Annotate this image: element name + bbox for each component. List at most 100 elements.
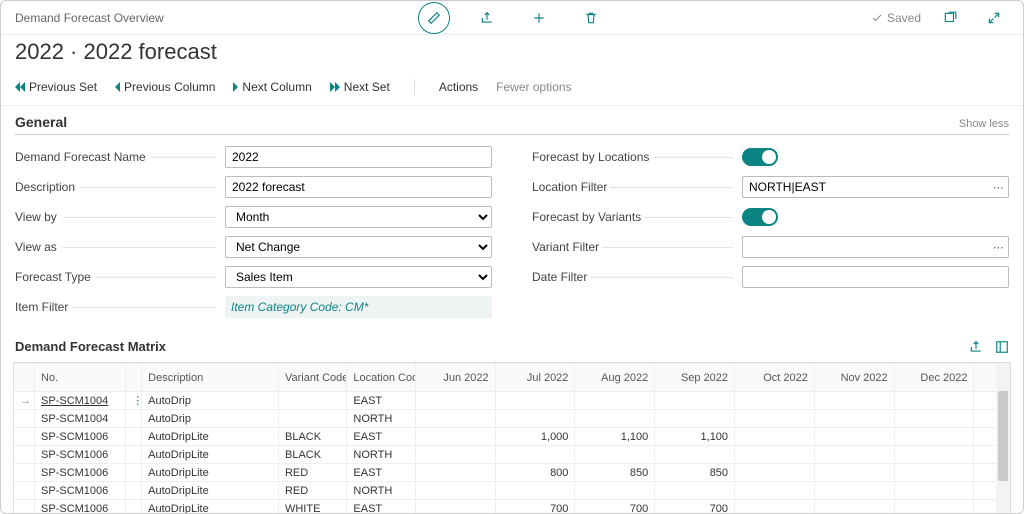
matrix-expand-icon[interactable] xyxy=(995,340,1009,354)
cell-month-5[interactable] xyxy=(814,392,894,410)
actions-menu[interactable]: Actions xyxy=(439,80,478,94)
view-as-select[interactable]: Net Change xyxy=(225,236,492,258)
cell-month-5[interactable] xyxy=(814,464,894,482)
show-less-link[interactable]: Show less xyxy=(959,118,1009,130)
cell-month-1[interactable] xyxy=(495,410,575,428)
table-row[interactable]: SP-SCM1006AutoDripLiteBLACKEAST1,0001,10… xyxy=(14,428,1010,446)
cell-month-0[interactable] xyxy=(415,482,495,500)
col-month-4[interactable]: Oct 2022 xyxy=(735,364,815,392)
cell-month-6[interactable] xyxy=(894,410,974,428)
previous-set-button[interactable]: Previous Set xyxy=(15,80,97,94)
cell-month-1[interactable]: 1,000 xyxy=(495,428,575,446)
forecast-by-locations-toggle[interactable] xyxy=(742,148,778,166)
cell-month-1[interactable] xyxy=(495,392,575,410)
cell-month-6[interactable] xyxy=(894,500,974,514)
collapse-icon[interactable] xyxy=(979,3,1009,33)
cell-month-6[interactable] xyxy=(894,428,974,446)
popout-icon[interactable] xyxy=(935,3,965,33)
cell-month-5[interactable] xyxy=(814,410,894,428)
demand-forecast-name-input[interactable] xyxy=(225,146,492,168)
col-month-5[interactable]: Nov 2022 xyxy=(814,364,894,392)
cell-month-2[interactable] xyxy=(575,482,655,500)
cell-month-6[interactable] xyxy=(894,464,974,482)
cell-month-3[interactable]: 700 xyxy=(655,500,735,514)
cell-no[interactable]: SP-SCM1006 xyxy=(35,428,126,446)
cell-month-5[interactable] xyxy=(814,428,894,446)
cell-month-5[interactable] xyxy=(814,500,894,514)
cell-month-3[interactable]: 850 xyxy=(655,464,735,482)
table-row[interactable]: SP-SCM1006AutoDripLiteBLACKNORTH xyxy=(14,446,1010,464)
col-month-0[interactable]: Jun 2022 xyxy=(415,364,495,392)
cell-month-3[interactable] xyxy=(655,392,735,410)
cell-month-4[interactable] xyxy=(735,482,815,500)
cell-no[interactable]: SP-SCM1004 xyxy=(35,410,126,428)
vertical-scrollbar[interactable] xyxy=(996,363,1010,514)
next-set-button[interactable]: Next Set xyxy=(330,80,390,94)
cell-month-0[interactable] xyxy=(415,410,495,428)
cell-month-4[interactable] xyxy=(735,500,815,514)
col-description[interactable]: Description xyxy=(142,364,279,392)
cell-no[interactable]: SP-SCM1004 xyxy=(35,392,126,410)
next-column-button[interactable]: Next Column xyxy=(233,80,311,94)
cell-no[interactable]: SP-SCM1006 xyxy=(35,464,126,482)
cell-month-0[interactable] xyxy=(415,446,495,464)
variant-filter-assist-icon[interactable]: ⋯ xyxy=(989,236,1009,258)
new-icon[interactable] xyxy=(524,3,554,33)
cell-month-2[interactable]: 850 xyxy=(575,464,655,482)
col-month-6[interactable]: Dec 2022 xyxy=(894,364,974,392)
col-location-code[interactable]: Location Code xyxy=(347,364,415,392)
cell-month-3[interactable]: 1,100 xyxy=(655,428,735,446)
table-row[interactable]: →SP-SCM1004⋮AutoDripEAST xyxy=(14,392,1010,410)
table-row[interactable]: SP-SCM1004AutoDripNORTH xyxy=(14,410,1010,428)
cell-month-6[interactable] xyxy=(894,482,974,500)
cell-month-4[interactable] xyxy=(735,428,815,446)
col-month-2[interactable]: Aug 2022 xyxy=(575,364,655,392)
location-filter-assist-icon[interactable]: ⋯ xyxy=(989,176,1009,198)
table-row[interactable]: SP-SCM1006AutoDripLiteWHITEEAST700700700 xyxy=(14,500,1010,514)
col-variant-code[interactable]: Variant Code xyxy=(278,364,346,392)
cell-month-2[interactable] xyxy=(575,446,655,464)
cell-month-4[interactable] xyxy=(735,464,815,482)
variant-filter-input[interactable] xyxy=(742,236,989,258)
cell-month-1[interactable]: 700 xyxy=(495,500,575,514)
col-row-selector[interactable] xyxy=(14,364,35,392)
cell-month-4[interactable] xyxy=(735,392,815,410)
fewer-options-button[interactable]: Fewer options xyxy=(496,80,571,94)
share-icon[interactable] xyxy=(472,3,502,33)
matrix-share-icon[interactable] xyxy=(969,340,983,354)
col-month-3[interactable]: Sep 2022 xyxy=(655,364,735,392)
cell-month-3[interactable] xyxy=(655,482,735,500)
col-no[interactable]: No. xyxy=(35,364,126,392)
item-filter-field[interactable]: Item Category Code: CM* xyxy=(225,296,492,318)
cell-month-2[interactable]: 700 xyxy=(575,500,655,514)
delete-icon[interactable] xyxy=(576,3,606,33)
cell-month-6[interactable] xyxy=(894,446,974,464)
cell-month-0[interactable] xyxy=(415,500,495,514)
forecast-matrix-table[interactable]: No.DescriptionVariant CodeLocation CodeJ… xyxy=(14,363,1010,514)
description-input[interactable] xyxy=(225,176,492,198)
forecast-by-variants-toggle[interactable] xyxy=(742,208,778,226)
cell-month-0[interactable] xyxy=(415,428,495,446)
cell-month-3[interactable] xyxy=(655,410,735,428)
edit-icon[interactable] xyxy=(418,2,450,34)
cell-month-5[interactable] xyxy=(814,482,894,500)
cell-month-1[interactable] xyxy=(495,446,575,464)
cell-month-2[interactable]: 1,100 xyxy=(575,428,655,446)
cell-month-2[interactable] xyxy=(575,410,655,428)
cell-no[interactable]: SP-SCM1006 xyxy=(35,446,126,464)
col-month-1[interactable]: Jul 2022 xyxy=(495,364,575,392)
col-row-menu[interactable] xyxy=(126,364,142,392)
cell-month-1[interactable] xyxy=(495,482,575,500)
cell-month-0[interactable] xyxy=(415,392,495,410)
previous-column-button[interactable]: Previous Column xyxy=(115,80,215,94)
forecast-type-select[interactable]: Sales Item xyxy=(225,266,492,288)
cell-month-2[interactable] xyxy=(575,392,655,410)
cell-month-4[interactable] xyxy=(735,410,815,428)
cell-no[interactable]: SP-SCM1006 xyxy=(35,482,126,500)
date-filter-input[interactable] xyxy=(742,266,1009,288)
cell-month-0[interactable] xyxy=(415,464,495,482)
row-menu-icon[interactable]: ⋮ xyxy=(126,392,142,410)
cell-month-5[interactable] xyxy=(814,446,894,464)
table-row[interactable]: SP-SCM1006AutoDripLiteREDEAST800850850 xyxy=(14,464,1010,482)
cell-month-6[interactable] xyxy=(894,392,974,410)
